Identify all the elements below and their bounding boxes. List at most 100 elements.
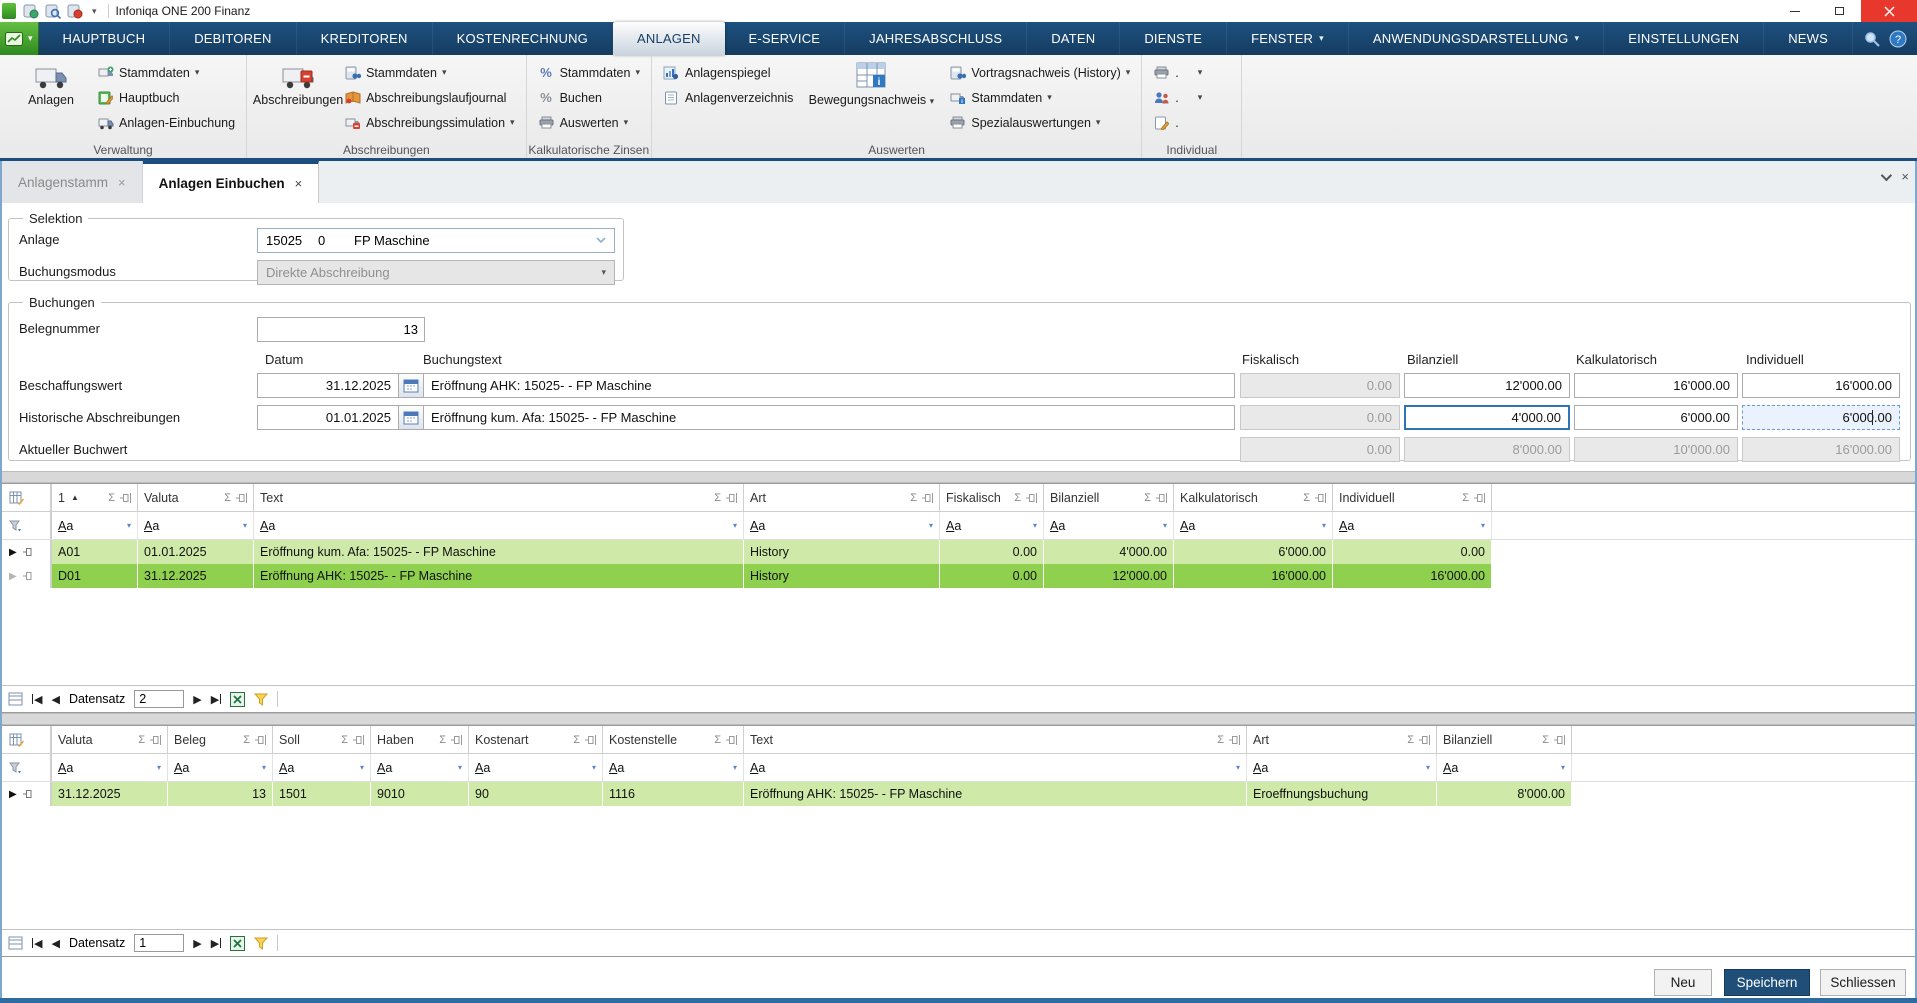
individual-note-button[interactable]: . (1150, 112, 1205, 133)
menu-tab-daten[interactable]: DATEN (1027, 22, 1121, 55)
filter-cell[interactable]: Aa ▾ (1044, 512, 1174, 539)
filter-cell[interactable]: Aa ▾ (940, 512, 1044, 539)
row-expand-icon[interactable]: ▶ (9, 789, 17, 800)
form-view-icon[interactable] (8, 692, 23, 706)
tab-close-icon[interactable]: × (118, 175, 126, 190)
column-header-kostenart[interactable]: Kostenart Σ (469, 726, 603, 753)
nav-first-button[interactable]: ◀ (32, 693, 42, 706)
record-number-input[interactable] (134, 690, 185, 708)
filter-dropdown-icon[interactable]: ▾ (1426, 763, 1430, 772)
beschaffungswert-individuell-field[interactable]: 16'000.00 (1742, 373, 1900, 398)
filter-dropdown-icon[interactable]: ▾ (243, 521, 247, 530)
abschreibungslaufjournal-button[interactable]: Abschreibungslaufjournal (341, 87, 518, 108)
column-header-individuell[interactable]: Individuell Σ (1333, 484, 1492, 511)
column-header-haben[interactable]: Haben Σ (371, 726, 469, 753)
calendar-button[interactable] (398, 373, 424, 398)
filter-cell[interactable]: Aa ▾ (603, 754, 744, 781)
menu-tab-hauptbuch[interactable]: HAUPTBUCH (39, 22, 171, 55)
excel-export-icon[interactable] (230, 935, 246, 951)
filter-dropdown-icon[interactable]: ▾ (127, 521, 131, 530)
filter-cell[interactable]: Aa ▾ (744, 754, 1247, 781)
excel-export-icon[interactable] (230, 691, 246, 707)
filter-row-icon-cell[interactable] (2, 754, 52, 781)
minimize-button[interactable] (1773, 0, 1817, 22)
stammdaten-menu-button[interactable]: Stammdaten ▾ (94, 62, 238, 83)
filter-dropdown-icon[interactable]: ▾ (157, 763, 161, 772)
beschaffungswert-datum-field[interactable]: 31.12.2025 (257, 373, 399, 398)
auswerten-menu-button[interactable]: Auswerten ▾ (535, 112, 643, 133)
menu-tab-anwendungsdarstellung[interactable]: ANWENDUNGSDARSTELLUNG ▾ (1349, 22, 1605, 55)
filter-dropdown-icon[interactable]: ▾ (1163, 521, 1167, 530)
pin-icon[interactable] (22, 571, 34, 581)
menu-tab-kreditoren[interactable]: KREDITOREN (297, 22, 433, 55)
pin-icon[interactable] (22, 789, 34, 799)
column-header-art[interactable]: Art Σ (744, 484, 940, 511)
chevron-down-icon[interactable] (1881, 169, 1893, 181)
filter-dropdown-icon[interactable]: ▾ (1236, 763, 1240, 772)
filter-cell[interactable]: Aa ▾ (52, 512, 138, 539)
column-header-text[interactable]: Text Σ (254, 484, 744, 511)
anlagenverzeichnis-button[interactable]: Anlagenverzeichnis (660, 87, 796, 108)
filter-cell[interactable]: Aa ▾ (1333, 512, 1492, 539)
column-header-kostenstelle[interactable]: Kostenstelle Σ (603, 726, 744, 753)
menu-tab-news[interactable]: NEWS (1764, 22, 1853, 55)
beschaffungswert-kalkulatorisch-field[interactable]: 16'000.00 (1574, 373, 1738, 398)
menu-tab-dienste[interactable]: DIENSTE (1120, 22, 1228, 55)
anlagenspiegel-button[interactable]: Anlagenspiegel (660, 62, 796, 83)
column-header-sort[interactable]: 1 ▲ Σ (52, 484, 138, 511)
filter-dropdown-icon[interactable]: ▾ (733, 763, 737, 772)
filter-dropdown-icon[interactable]: ▾ (1322, 521, 1326, 530)
table-row[interactable]: ▶ A01 01.01.2025 Eröffnung kum. Afa: 150… (2, 540, 1915, 564)
tab-close-icon[interactable]: × (295, 176, 303, 191)
stammdaten-menu-button[interactable]: % Stammdaten ▾ (535, 62, 643, 83)
individual-print-button[interactable]: . ▾ (1150, 62, 1205, 83)
filter-cell[interactable]: Aa ▾ (371, 754, 469, 781)
pin-icon[interactable] (22, 547, 34, 557)
column-header-text[interactable]: Text Σ (744, 726, 1247, 753)
nav-prev-button[interactable]: ◀ (51, 693, 59, 706)
quick-access-dropdown-icon[interactable]: ▾ (92, 6, 97, 17)
doc-tab-anlagen-einbuchen[interactable]: Anlagen Einbuchen × (142, 161, 320, 203)
menu-tab-debitoren[interactable]: DEBITOREN (170, 22, 297, 55)
search-icon[interactable] (1863, 30, 1881, 48)
column-header-soll[interactable]: Soll Σ (273, 726, 371, 753)
filter-dropdown-icon[interactable]: ▾ (929, 521, 933, 530)
speichern-button[interactable]: Speichern (1724, 969, 1810, 996)
abschreibungen-button[interactable]: Abschreibungen (253, 58, 343, 141)
form-view-icon[interactable] (8, 936, 23, 950)
table-row[interactable]: ▶ D01 31.12.2025 Eröffnung AHK: 15025- -… (2, 564, 1915, 588)
menu-tab-anlagen[interactable]: ANLAGEN (613, 22, 725, 55)
filter-cell[interactable]: Aa ▾ (254, 512, 744, 539)
filter-cell[interactable]: Aa ▾ (744, 512, 940, 539)
column-header-beleg[interactable]: Beleg Σ (168, 726, 273, 753)
column-header-bilanziell[interactable]: Bilanziell Σ (1437, 726, 1572, 753)
menu-tab-e-service[interactable]: E-SERVICE (725, 22, 846, 55)
beschaffungswert-bilanziell-field[interactable]: 12'000.00 (1404, 373, 1570, 398)
menu-tab-jahresabschluss[interactable]: JAHRESABSCHLUSS (845, 22, 1028, 55)
menu-tab-kostenrechnung[interactable]: KOSTENRECHNUNG (433, 22, 613, 55)
anlage-combobox[interactable]: 15025 0 FP Maschine (257, 228, 615, 253)
help-icon[interactable]: ? (1889, 30, 1907, 48)
filter-dropdown-icon[interactable]: ▾ (592, 763, 596, 772)
nav-first-button[interactable]: ◀ (32, 937, 42, 950)
filter-dropdown-icon[interactable]: ▾ (733, 521, 737, 530)
filter-dropdown-icon[interactable]: ▾ (458, 763, 462, 772)
filter-row-icon-cell[interactable] (2, 512, 52, 539)
splitter-bar[interactable] (2, 471, 1915, 483)
hist-abschreibungen-datum-field[interactable]: 01.01.2025 (257, 405, 399, 430)
buchen-button[interactable]: % Buchen (535, 87, 643, 108)
hist-abschreibungen-bilanziell-field[interactable]: 4'000.00 (1404, 405, 1570, 430)
filter-cell[interactable]: Aa ▾ (1174, 512, 1333, 539)
filter-dropdown-icon[interactable]: ▾ (1561, 763, 1565, 772)
vortragsnachweis-history-button[interactable]: Vortragsnachweis (History) ▾ (946, 62, 1133, 83)
schliessen-button[interactable]: Schliessen (1820, 969, 1906, 996)
neu-button[interactable]: Neu (1654, 969, 1712, 996)
menu-tab-fenster[interactable]: FENSTER ▾ (1227, 22, 1349, 55)
column-header-bilanziell[interactable]: Bilanziell Σ (1044, 484, 1174, 511)
column-header-kalkulatorisch[interactable]: Kalkulatorisch Σ (1174, 484, 1333, 511)
search-database-icon[interactable] (44, 3, 61, 19)
abschreibungssimulation-button[interactable]: Abschreibungssimulation ▾ (341, 112, 518, 133)
stammdaten-menu-button[interactable]: i Stammdaten ▾ (946, 87, 1133, 108)
column-header-art[interactable]: Art Σ (1247, 726, 1437, 753)
record-number-input[interactable] (134, 934, 185, 952)
